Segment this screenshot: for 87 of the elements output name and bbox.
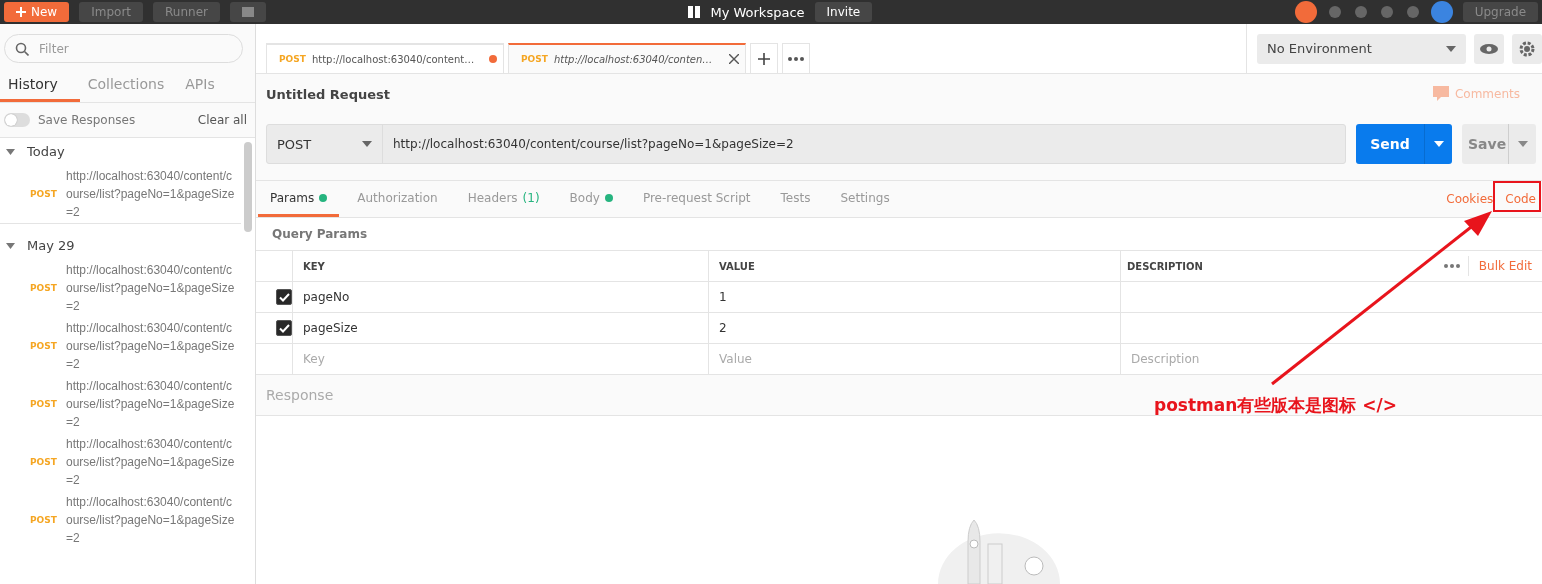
header-link[interactable]: Code [1505,192,1536,206]
new-button[interactable]: New [4,2,70,22]
column-header: VALUE [708,251,1120,281]
settings-button[interactable] [1512,33,1542,64]
history-url: http://localhost:63040/content/course/list?pageNo=1&pageSize=2 [66,168,236,221]
history-group[interactable]: May 29 [0,232,241,259]
table-cell: 1 [708,282,1120,312]
history-item[interactable]: POST http://localhost:63040/content/course/list?pageNo=1&pageSize=2 [0,165,241,224]
comment-icon [1432,86,1449,102]
upgrade-button[interactable]: Upgrade [1462,2,1538,22]
caret-icon [1446,45,1457,52]
save-responses-toggle[interactable] [4,113,30,127]
count-label: (1) [522,190,540,205]
close-icon[interactable] [729,54,739,64]
send-options-button[interactable] [1424,124,1452,164]
more-button[interactable] [782,43,810,73]
request-option-tab[interactable]: Settings [828,181,902,217]
key-field[interactable]: Key [292,344,708,374]
save-button[interactable]: Save [1462,124,1508,164]
annotation-text: postman有些版本是图标 </> [1154,394,1397,417]
avatar-icon[interactable] [1430,1,1453,23]
request-tab[interactable]: POST http://localhost:63040/conten… [508,43,746,73]
window-icon [241,7,254,17]
settings-icon [1519,40,1536,57]
eye-icon [1480,43,1499,54]
plus-icon [16,7,26,17]
toolbar-button[interactable]: Runner [153,2,220,22]
history-url: http://localhost:63040/content/course/list?pageNo=1&pageSize=2 [66,494,236,547]
tab-url: http://localhost:63040/conten… [553,53,714,65]
method-label: POST [29,457,58,467]
sidebar-tab[interactable]: APIs [177,69,255,102]
column-header: KEY [292,251,708,281]
method-label: POST [29,399,58,409]
request-option-tab[interactable]: Headers (1) [455,181,552,217]
eye-button[interactable] [1474,33,1505,64]
plus-icon [758,52,770,65]
header-link[interactable]: Cookies [1446,192,1494,206]
sidebar-tab[interactable]: Collections [79,69,178,102]
description-field[interactable]: Description [1120,344,1542,374]
method-label: POST [521,54,548,64]
clear-all-link[interactable]: Clear all [197,113,247,127]
section-title: Query Params [256,218,1542,250]
save-responses-label: Save Responses [38,113,136,127]
more-icon [1443,264,1460,268]
table-cell: pageSize [292,313,708,343]
request-option-tab[interactable]: Body [557,181,625,217]
checkbox[interactable] [276,289,292,305]
history-group[interactable]: Today [0,138,241,165]
value-field[interactable]: Value [708,344,1120,374]
environment-select[interactable]: No Environment [1257,33,1467,64]
bulk-edit-link[interactable]: Bulk Edit [1468,259,1542,273]
filter-input[interactable]: Filter [37,40,217,57]
toolbar-button[interactable]: Import [79,2,143,22]
filter-field[interactable]: Filter [4,34,243,63]
new-window-button[interactable] [229,2,266,22]
table-cell: 2 [708,313,1120,343]
request-option-tab[interactable]: Pre-request Script [630,181,763,217]
add-tab-button[interactable] [750,43,778,73]
caret-icon [1433,141,1444,147]
caret-icon [1517,141,1528,147]
history-item[interactable]: POST http://localhost:63040/content/course/list?pageNo=1&pageSize=2 [0,491,241,549]
method-label: POST [29,189,58,199]
send-button[interactable]: Send [1356,124,1424,164]
expand-icon [6,148,15,155]
request-title: Untitled Request [266,86,390,102]
column-header: DESCRIPTION [1127,260,1204,272]
tab-url: http://localhost:63040/content… [311,53,476,65]
invite-button[interactable]: Invite [814,2,873,22]
request-option-tab[interactable]: Authorization [345,181,450,217]
method-label: POST [29,283,58,293]
method-label: POST [29,341,58,351]
table-cell: pageNo [292,282,708,312]
workspace-icon [688,6,701,18]
more-icon [788,56,804,61]
workspace-name[interactable]: My Workspace [710,4,805,20]
scrollbar-thumb[interactable] [244,142,252,232]
request-option-tab[interactable]: Tests [768,181,823,217]
comments-button[interactable]: Comments [1426,85,1526,103]
search-icon [15,41,29,56]
method-label: POST [279,54,306,64]
method-label: POST [29,515,58,525]
highlight-box [1493,181,1541,212]
request-tab[interactable]: POST http://localhost:63040/content… [266,43,504,73]
save-options-button[interactable] [1508,124,1536,164]
checkbox[interactable] [276,320,292,336]
expand-icon [6,242,15,249]
sidebar-tab[interactable]: History [0,69,80,102]
